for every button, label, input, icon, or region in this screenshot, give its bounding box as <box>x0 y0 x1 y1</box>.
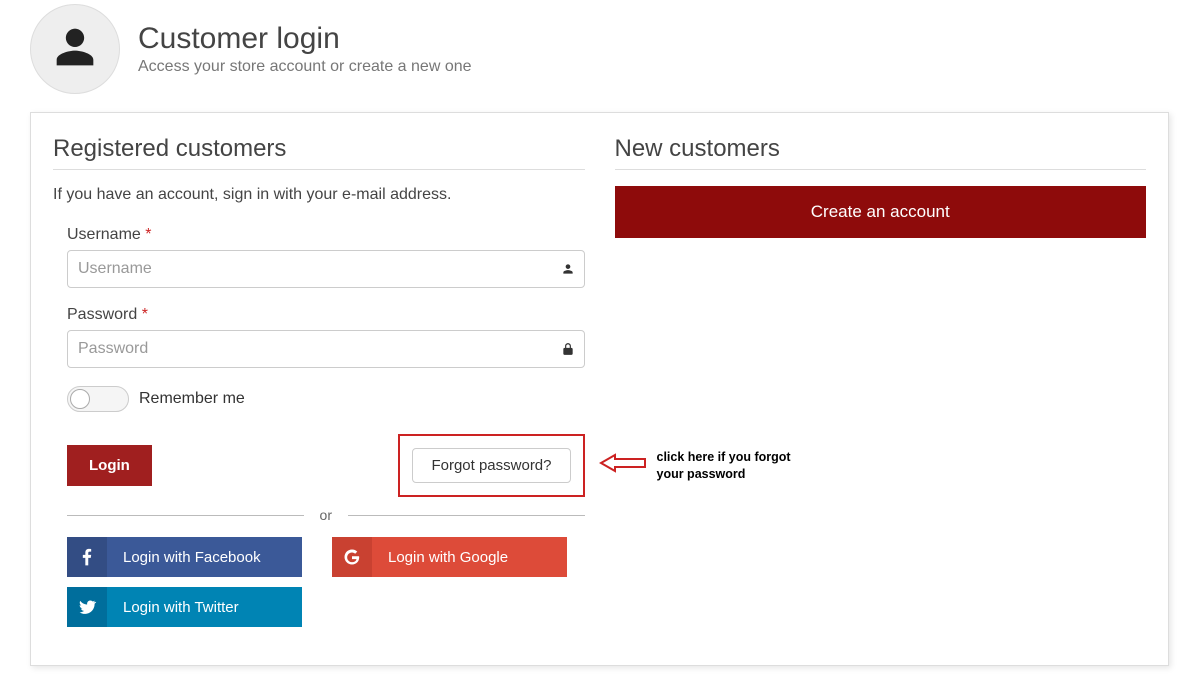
create-account-button[interactable]: Create an account <box>615 186 1147 238</box>
login-twitter-button[interactable]: Login with Twitter <box>67 587 302 627</box>
login-facebook-button[interactable]: Login with Facebook <box>67 537 302 577</box>
toggle-knob <box>70 389 90 409</box>
required-marker: * <box>142 306 148 323</box>
registered-intro: If you have an account, sign in with you… <box>53 186 585 204</box>
user-icon <box>53 25 97 74</box>
lock-icon <box>561 342 575 356</box>
twitter-icon <box>67 587 107 627</box>
google-icon <box>332 537 372 577</box>
avatar <box>30 4 120 94</box>
username-input[interactable] <box>67 250 585 288</box>
username-group: Username * <box>53 226 585 288</box>
user-icon <box>561 262 575 276</box>
divider-label: or <box>320 507 332 523</box>
login-google-button[interactable]: Login with Google <box>332 537 567 577</box>
registered-heading: Registered customers <box>53 135 585 170</box>
action-row: Login Forgot password? click here if you… <box>53 434 585 497</box>
forgot-highlight-box: Forgot password? <box>398 434 584 497</box>
login-card: Registered customers If you have an acco… <box>30 112 1169 666</box>
arrow-left-icon <box>599 451 647 480</box>
password-group: Password * <box>53 306 585 368</box>
remember-label: Remember me <box>139 390 245 408</box>
new-customers-column: New customers Create an account <box>615 135 1147 637</box>
required-marker: * <box>145 226 151 243</box>
password-input[interactable] <box>67 330 585 368</box>
registered-column: Registered customers If you have an acco… <box>53 135 585 637</box>
page-header: Customer login Access your store account… <box>30 4 1169 94</box>
forgot-annotation-text: click here if you forgot your password <box>657 449 819 482</box>
login-button[interactable]: Login <box>67 445 152 486</box>
remember-row: Remember me <box>53 386 585 412</box>
forgot-annotation: click here if you forgot your password <box>599 449 819 482</box>
remember-toggle[interactable] <box>67 386 129 412</box>
facebook-icon <box>67 537 107 577</box>
forgot-password-button[interactable]: Forgot password? <box>412 448 570 483</box>
username-label: Username * <box>67 226 585 244</box>
new-customers-heading: New customers <box>615 135 1147 170</box>
password-label: Password * <box>67 306 585 324</box>
page-title: Customer login <box>138 22 472 56</box>
social-divider: or <box>67 507 585 523</box>
page-subtitle: Access your store account or create a ne… <box>138 58 472 76</box>
